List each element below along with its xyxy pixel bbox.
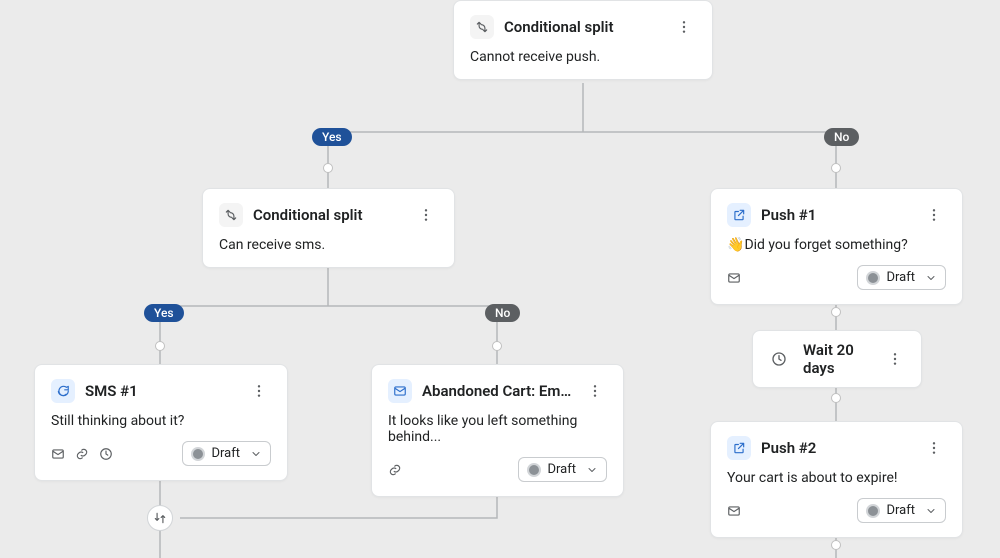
branch-label-yes: Yes	[312, 128, 352, 146]
more-button[interactable]	[672, 15, 696, 39]
node-title: Conditional split	[253, 206, 404, 224]
node-meta-icons	[51, 447, 113, 461]
merge-action-button[interactable]	[147, 505, 173, 531]
more-vertical-icon	[887, 351, 903, 367]
more-button[interactable]	[883, 347, 907, 371]
more-vertical-icon	[676, 19, 692, 35]
status-label: Draft	[886, 503, 915, 518]
more-button[interactable]	[583, 379, 607, 403]
node-push-2[interactable]: Push #2 Your cart is about to expire! Dr…	[710, 421, 963, 538]
node-subtitle: Still thinking about it?	[51, 413, 271, 429]
status-label: Draft	[211, 446, 240, 461]
more-vertical-icon	[926, 440, 942, 456]
external-icon	[727, 436, 751, 460]
status-label: Draft	[547, 462, 576, 477]
chevron-down-icon	[925, 505, 937, 517]
node-title: Push #1	[761, 206, 912, 224]
node-subtitle: Your cart is about to expire!	[727, 470, 946, 486]
branch-label-yes: Yes	[144, 304, 184, 322]
send-icon	[727, 271, 741, 285]
node-subtitle: 👋Did you forget something?	[727, 237, 946, 253]
junction-dot	[831, 307, 841, 317]
junction-dot	[155, 341, 165, 351]
status-dropdown[interactable]: Draft	[518, 457, 607, 482]
branch-label-no: No	[485, 304, 520, 322]
swap-icon	[153, 511, 167, 525]
clock-icon	[767, 347, 791, 371]
node-conditional-split-sms[interactable]: Conditional split Can receive sms.	[202, 188, 455, 268]
send-icon	[727, 504, 741, 518]
more-vertical-icon	[251, 383, 267, 399]
node-title: Abandoned Cart: Email 1	[422, 382, 573, 400]
junction-dot	[831, 393, 841, 403]
node-wait[interactable]: Wait 20 days	[752, 330, 922, 388]
branch-icon	[219, 203, 243, 227]
status-dropdown[interactable]: Draft	[857, 498, 946, 523]
chat-icon	[51, 379, 75, 403]
node-meta-icons	[727, 504, 741, 518]
chevron-down-icon	[586, 464, 598, 476]
node-meta-icons	[388, 463, 402, 477]
more-button[interactable]	[922, 436, 946, 460]
chevron-down-icon	[250, 448, 262, 460]
status-dropdown[interactable]: Draft	[182, 441, 271, 466]
node-meta-icons	[727, 271, 741, 285]
junction-dot	[323, 163, 333, 173]
node-sms-1[interactable]: SMS #1 Still thinking about it? Draft	[34, 364, 288, 481]
node-conditional-split-root[interactable]: Conditional split Cannot receive push.	[453, 0, 713, 80]
branch-label-no: No	[824, 128, 859, 146]
node-push-1[interactable]: Push #1 👋Did you forget something? Draft	[710, 188, 963, 305]
node-title: Conditional split	[504, 18, 662, 36]
status-dot-icon	[866, 504, 880, 518]
status-dropdown[interactable]: Draft	[857, 265, 946, 290]
status-dot-icon	[866, 271, 880, 285]
junction-dot	[831, 163, 841, 173]
external-icon	[727, 203, 751, 227]
node-subtitle: Cannot receive push.	[470, 49, 696, 65]
more-vertical-icon	[418, 207, 434, 223]
email-icon	[388, 379, 412, 403]
send-icon	[51, 447, 65, 461]
node-title: Push #2	[761, 439, 912, 457]
link-icon	[388, 463, 402, 477]
node-subtitle: It looks like you left something behind.…	[388, 413, 607, 445]
status-dot-icon	[191, 447, 205, 461]
link-icon	[75, 447, 89, 461]
more-vertical-icon	[926, 207, 942, 223]
node-title: SMS #1	[85, 382, 237, 400]
node-title: Wait 20 days	[803, 341, 871, 377]
more-button[interactable]	[922, 203, 946, 227]
branch-icon	[470, 15, 494, 39]
clock-icon	[99, 447, 113, 461]
more-button[interactable]	[247, 379, 271, 403]
junction-dot	[831, 540, 841, 550]
status-dot-icon	[527, 463, 541, 477]
node-abandoned-cart-email-1[interactable]: Abandoned Cart: Email 1 It looks like yo…	[371, 364, 624, 497]
more-vertical-icon	[587, 383, 603, 399]
junction-dot	[492, 341, 502, 351]
chevron-down-icon	[925, 272, 937, 284]
more-button[interactable]	[414, 203, 438, 227]
status-label: Draft	[886, 270, 915, 285]
node-subtitle: Can receive sms.	[219, 237, 438, 253]
